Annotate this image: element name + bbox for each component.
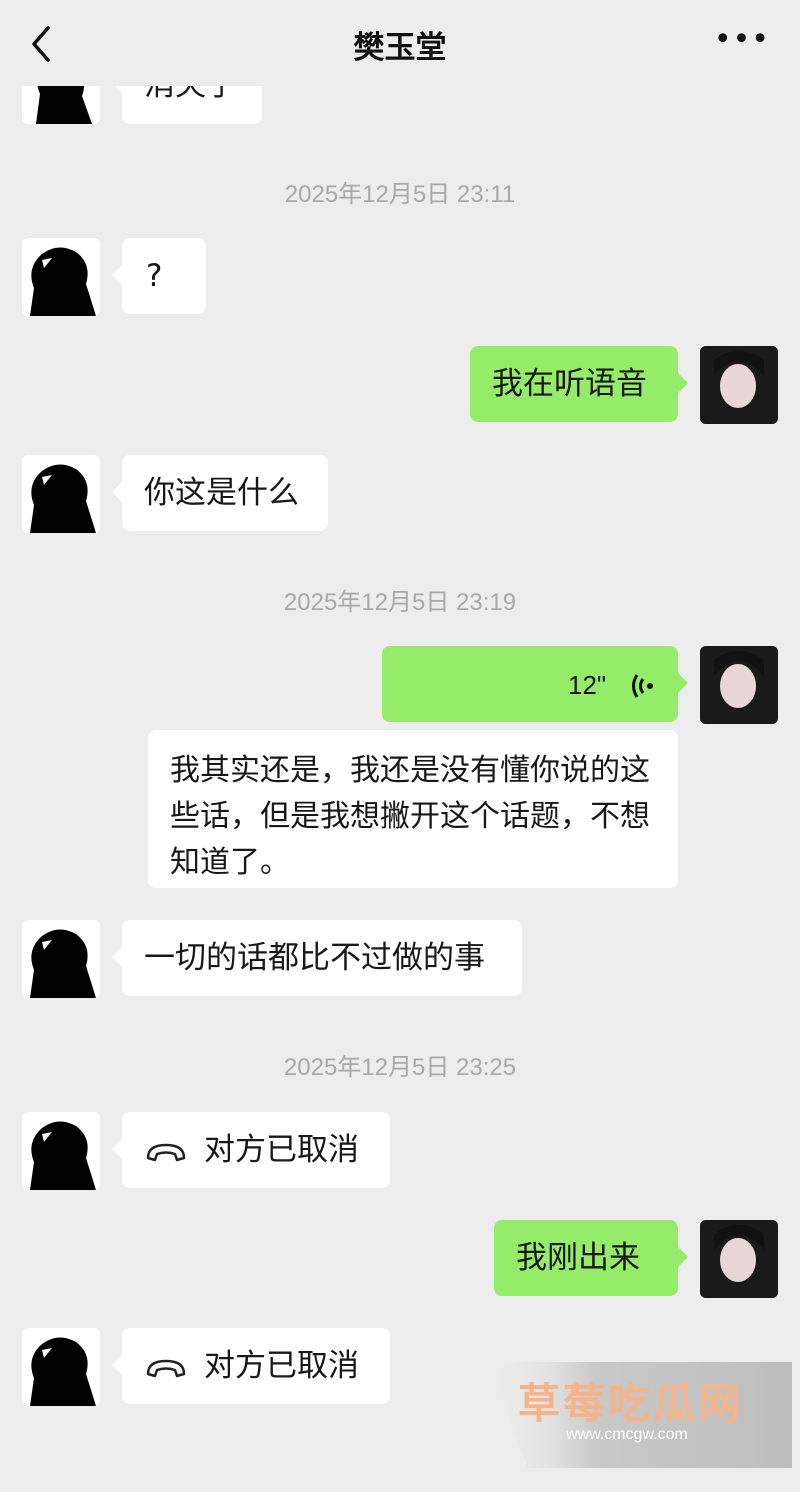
message-bubble-outgoing[interactable]: 我刚出来 xyxy=(494,1220,688,1296)
call-cancelled-bubble[interactable]: 对方已取消 xyxy=(112,1328,390,1404)
user-avatar[interactable] xyxy=(700,1220,778,1298)
contact-avatar[interactable] xyxy=(22,455,100,533)
phone-hangup-icon xyxy=(146,1143,186,1161)
contact-avatar[interactable] xyxy=(22,1112,100,1190)
watermark-title: 草莓吃瓜网 xyxy=(518,1379,744,1428)
voice-transcript-card: 我其实还是，我还是没有懂你说的这些话，但是我想撇开这个话题，不想知道了。 xyxy=(148,730,678,888)
user-avatar[interactable] xyxy=(700,646,778,724)
timestamp: 2025年12月5日 23:25 xyxy=(283,1054,517,1081)
watermark: 草莓吃瓜网 www.cmcgw.com xyxy=(488,1362,792,1468)
contact-avatar[interactable] xyxy=(22,1328,100,1406)
more-horizontal-icon[interactable]: ••• xyxy=(714,22,770,57)
message-bubble[interactable]: 一切的话都比不过做的事 xyxy=(112,920,522,996)
contact-avatar[interactable] xyxy=(22,920,100,998)
phone-hangup-icon xyxy=(146,1359,186,1377)
timestamp: 2025年12月5日 23:11 xyxy=(284,181,516,208)
contact-avatar[interactable] xyxy=(22,238,100,316)
voice-wave-icon xyxy=(632,673,653,698)
message-bubble[interactable]: 你这是什么 xyxy=(112,455,328,531)
voice-message-bubble[interactable]: 12" xyxy=(382,646,688,722)
message-bubble[interactable]: ? xyxy=(112,238,206,314)
voice-duration: 12" xyxy=(567,670,607,700)
chat-title: 樊玉堂 xyxy=(353,30,447,66)
message-bubble-outgoing[interactable]: 我在听语音 xyxy=(470,346,688,422)
watermark-url: www.cmcgw.com xyxy=(566,1426,688,1443)
timestamp: 2025年12月5日 23:19 xyxy=(283,589,517,616)
chat-header: 樊玉堂 ••• xyxy=(0,0,800,86)
call-cancelled-bubble[interactable]: 对方已取消 xyxy=(112,1112,390,1188)
user-avatar[interactable] xyxy=(700,346,778,424)
